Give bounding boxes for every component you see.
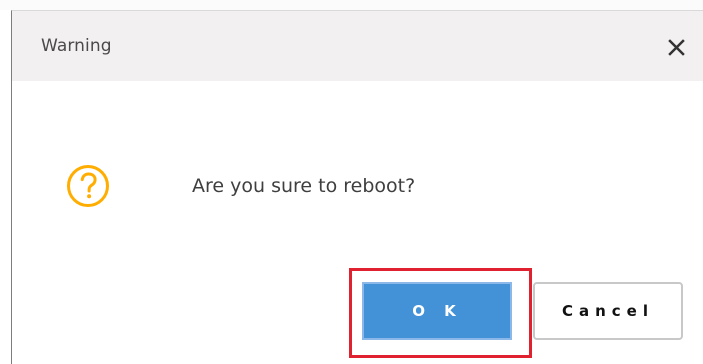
warning-dialog: Warning Are you sure to reboot? O K Canc… — [11, 10, 703, 364]
background-page-strip — [0, 0, 703, 10]
close-icon — [667, 38, 685, 56]
ok-button[interactable]: O K — [362, 282, 512, 340]
question-mark-circle-icon — [66, 164, 110, 208]
cancel-button[interactable]: Cancel — [533, 282, 683, 340]
dialog-message-row: Are you sure to reboot? — [66, 160, 415, 212]
close-button[interactable] — [660, 31, 692, 63]
dialog-header: Warning — [12, 11, 703, 81]
dialog-title: Warning — [41, 36, 112, 56]
reboot-confirmation-message: Are you sure to reboot? — [192, 175, 416, 197]
